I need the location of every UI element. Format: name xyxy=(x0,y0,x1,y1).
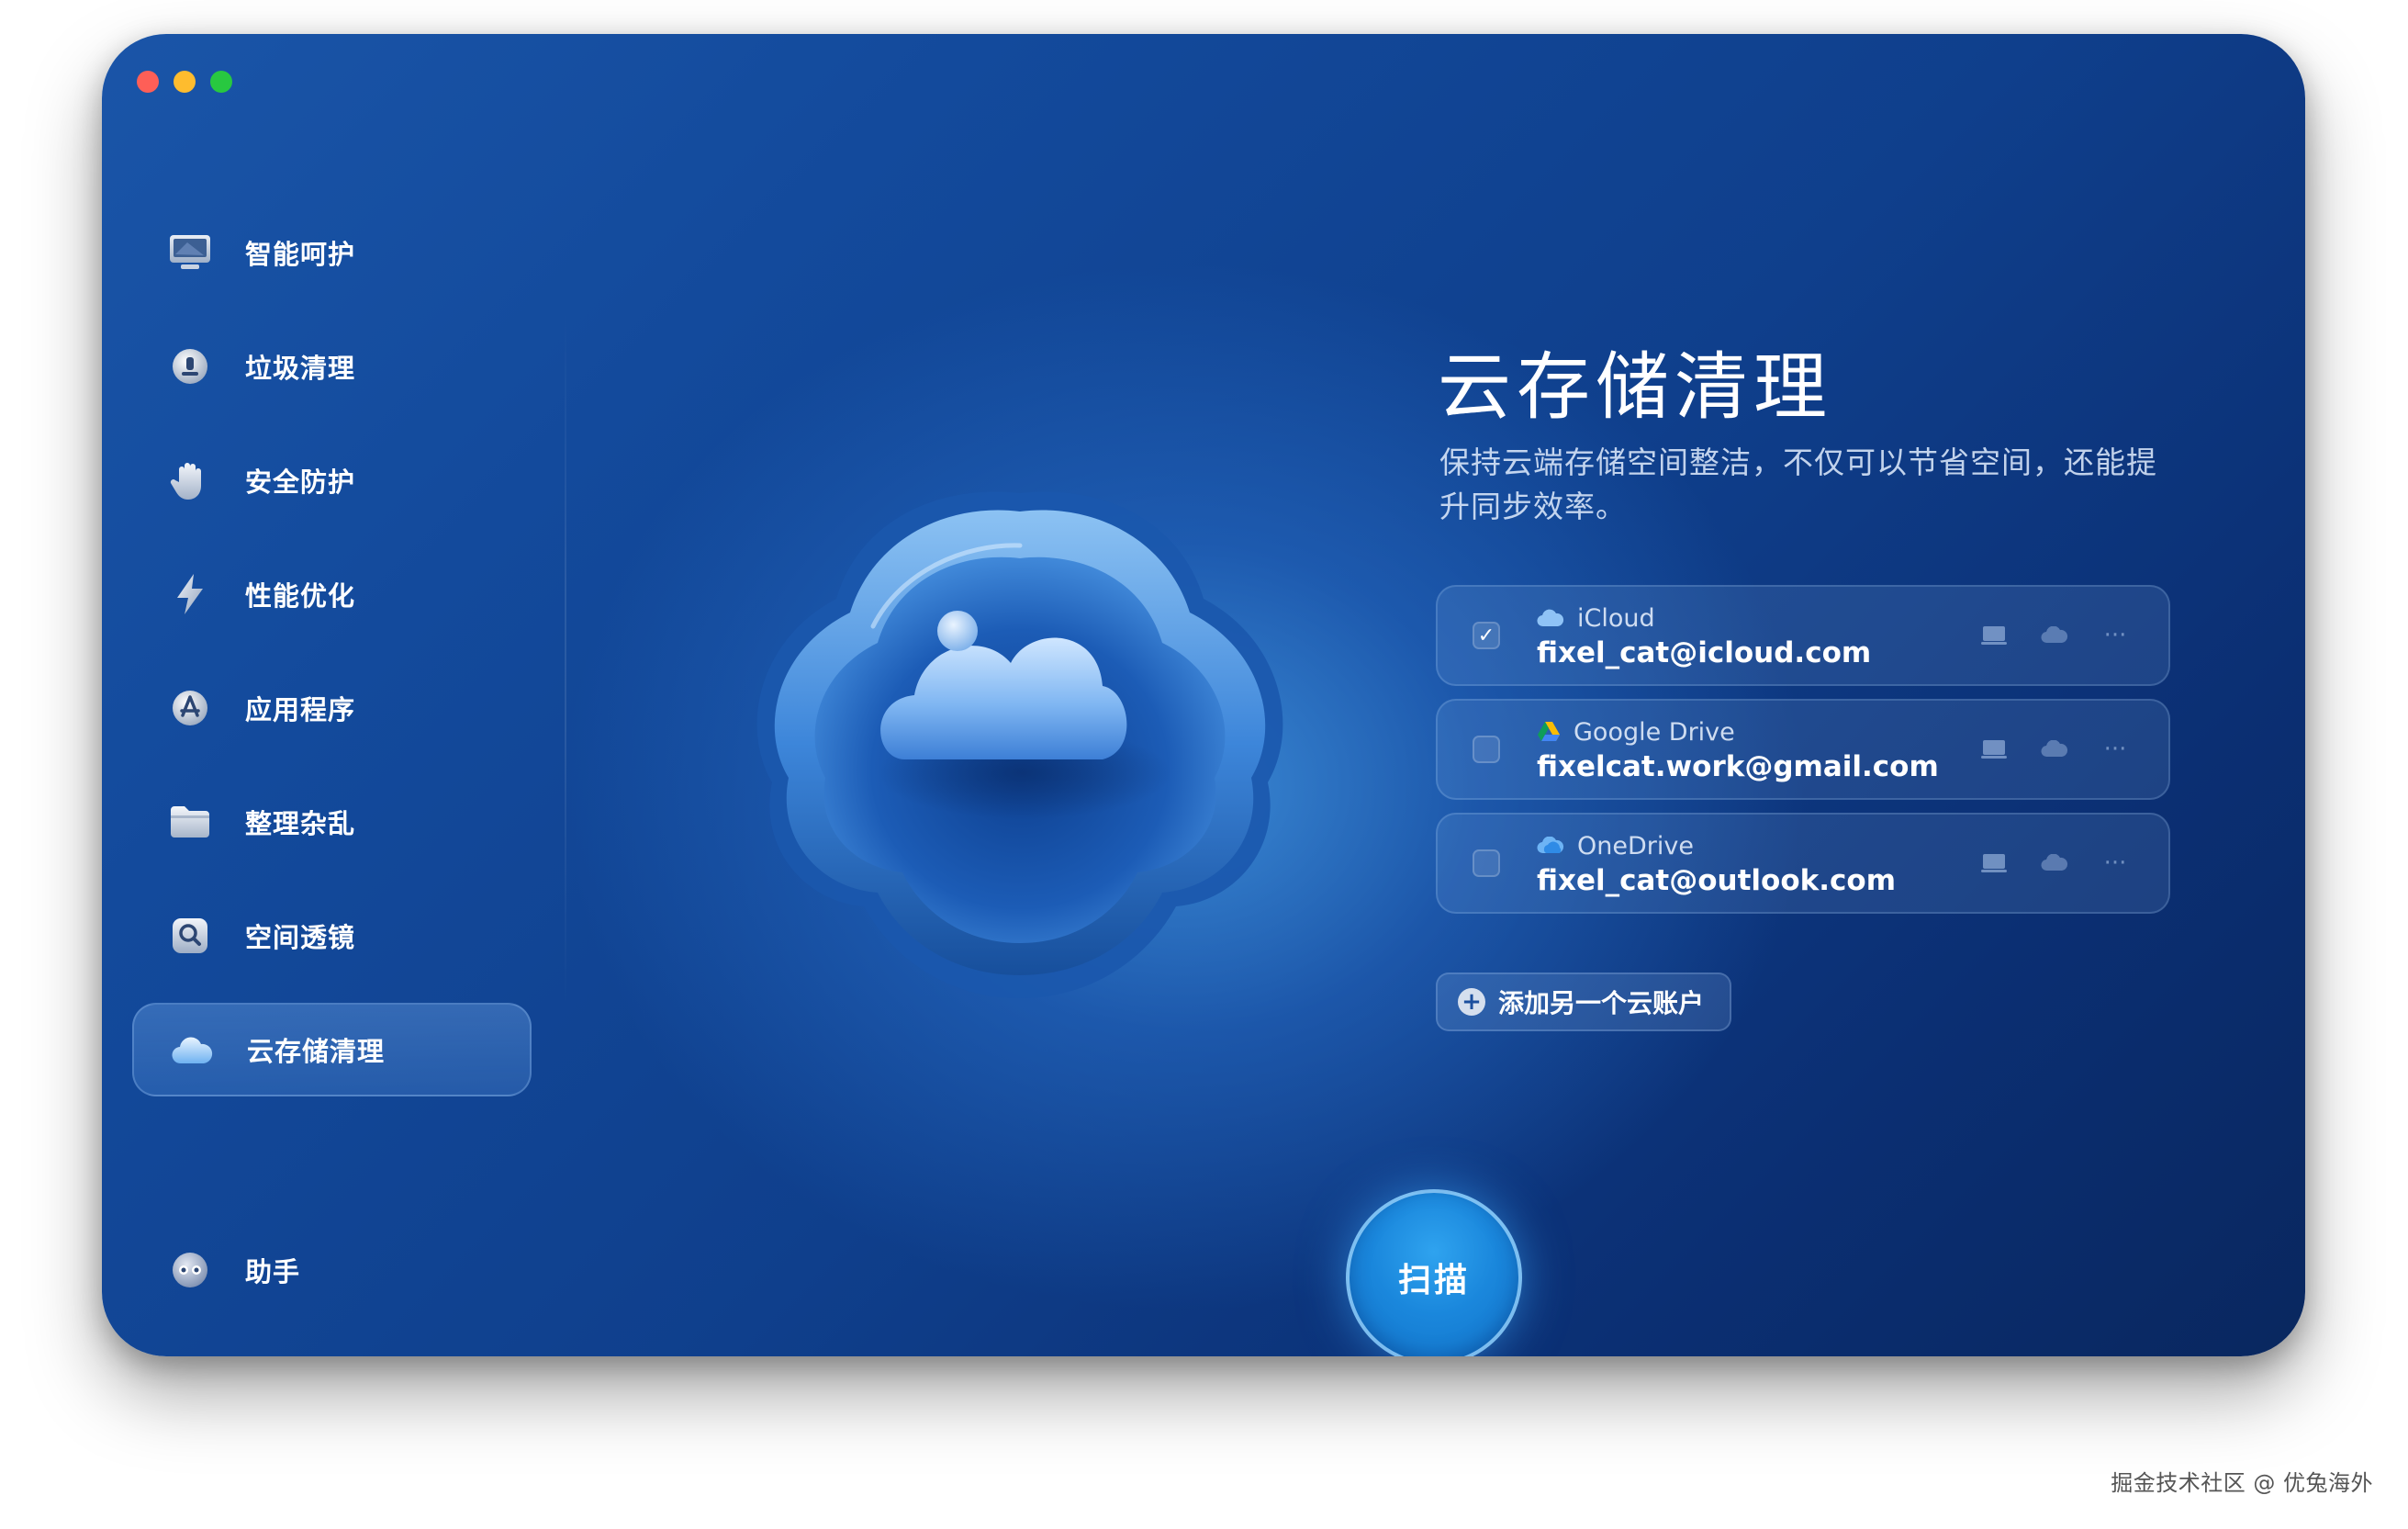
account-email: fixel_cat@icloud.com xyxy=(1537,636,1872,669)
sidebar-item-assistant[interactable]: 助手 xyxy=(132,1223,532,1317)
sidebar-item-label: 空间透镜 xyxy=(245,922,356,953)
account-row-onedrive[interactable]: OneDrive fixel_cat@outlook.com ··· xyxy=(1436,813,2170,914)
app-store-icon xyxy=(164,682,216,734)
trash-globe-icon xyxy=(164,341,216,392)
sidebar-item-label: 安全防护 xyxy=(245,467,356,498)
account-checkbox[interactable]: ✓ xyxy=(1473,622,1500,649)
watermark: 掘金技术社区 @ 优兔海外 xyxy=(2111,1470,2373,1496)
add-account-label: 添加另一个云账户 xyxy=(1498,988,1705,1018)
page-description: 保持云端存储空间整洁，不仅可以节省空间，还能提升同步效率。 xyxy=(1439,444,2157,524)
computer-icon[interactable] xyxy=(1977,847,2010,880)
sidebar-item-cloud-cleanup[interactable]: 云存储清理 xyxy=(132,1003,532,1096)
sidebar-item-space-lens[interactable]: 空间透镜 xyxy=(132,889,532,983)
page-title: 云存储清理 xyxy=(1438,344,1832,430)
cloud-sync-icon[interactable] xyxy=(2038,847,2071,880)
sidebar-item-label: 垃圾清理 xyxy=(245,353,356,384)
more-options-icon[interactable]: ··· xyxy=(2099,733,2132,766)
account-row-google-drive[interactable]: Google Drive fixelcat.work@gmail.com ··· xyxy=(1436,699,2170,800)
computer-icon[interactable] xyxy=(1977,733,2010,766)
sidebar-item-label: 助手 xyxy=(245,1256,301,1287)
sidebar-item-label: 应用程序 xyxy=(245,694,356,725)
app-window: 智能呵护 垃圾清理 安全防护 性能优化 应用程序 整理杂乱 空间透镜 云存储清理… xyxy=(102,34,2305,1356)
sidebar-divider xyxy=(565,309,566,1007)
more-options-icon[interactable]: ··· xyxy=(2099,619,2132,652)
account-checkbox[interactable] xyxy=(1473,849,1500,877)
sidebar-item-declutter[interactable]: 整理杂乱 xyxy=(132,775,532,869)
google-drive-icon xyxy=(1537,721,1561,743)
computer-icon[interactable] xyxy=(1977,619,2010,652)
lens-icon xyxy=(164,910,216,961)
cloud-sync-icon[interactable] xyxy=(2038,733,2071,766)
hand-icon xyxy=(164,455,216,506)
cloud-icon xyxy=(166,1024,218,1075)
onedrive-icon xyxy=(1537,837,1564,855)
assistant-icon xyxy=(164,1244,216,1296)
sidebar-item-label: 性能优化 xyxy=(245,580,356,612)
account-provider: OneDrive xyxy=(1577,831,1694,860)
sidebar: 智能呵护 垃圾清理 安全防护 性能优化 应用程序 整理杂乱 空间透镜 云存储清理… xyxy=(102,34,566,1356)
sidebar-item-protection[interactable]: 安全防护 xyxy=(132,433,532,527)
sidebar-item-performance[interactable]: 性能优化 xyxy=(132,547,532,641)
add-cloud-account-button[interactable]: + 添加另一个云账户 xyxy=(1436,972,1732,1031)
more-options-icon[interactable]: ··· xyxy=(2099,847,2132,880)
account-checkbox[interactable] xyxy=(1473,736,1500,763)
sidebar-item-junk-cleanup[interactable]: 垃圾清理 xyxy=(132,320,532,413)
scan-button[interactable]: 扫描 xyxy=(1346,1189,1522,1356)
sidebar-item-smart-care[interactable]: 智能呵护 xyxy=(132,206,532,299)
plus-icon: + xyxy=(1458,988,1485,1016)
cloud-illustration xyxy=(717,443,1323,1012)
sidebar-item-applications[interactable]: 应用程序 xyxy=(132,661,532,755)
account-provider: Google Drive xyxy=(1574,717,1735,747)
sidebar-item-label: 整理杂乱 xyxy=(245,808,356,839)
icloud-icon xyxy=(1537,608,1564,628)
account-email: fixelcat.work@gmail.com xyxy=(1537,750,1939,783)
cloud-account-list: ✓ iCloud fixel_cat@icloud.com ··· Google… xyxy=(1436,585,2170,927)
sidebar-item-label: 智能呵护 xyxy=(245,239,356,270)
account-email: fixel_cat@outlook.com xyxy=(1537,864,1897,897)
sidebar-item-label: 云存储清理 xyxy=(247,1036,386,1067)
folder-icon xyxy=(164,796,216,848)
account-row-icloud[interactable]: ✓ iCloud fixel_cat@icloud.com ··· xyxy=(1436,585,2170,686)
lightning-icon xyxy=(164,568,216,620)
cloud-sync-icon[interactable] xyxy=(2038,619,2071,652)
account-provider: iCloud xyxy=(1577,603,1655,633)
monitor-icon xyxy=(164,227,216,278)
